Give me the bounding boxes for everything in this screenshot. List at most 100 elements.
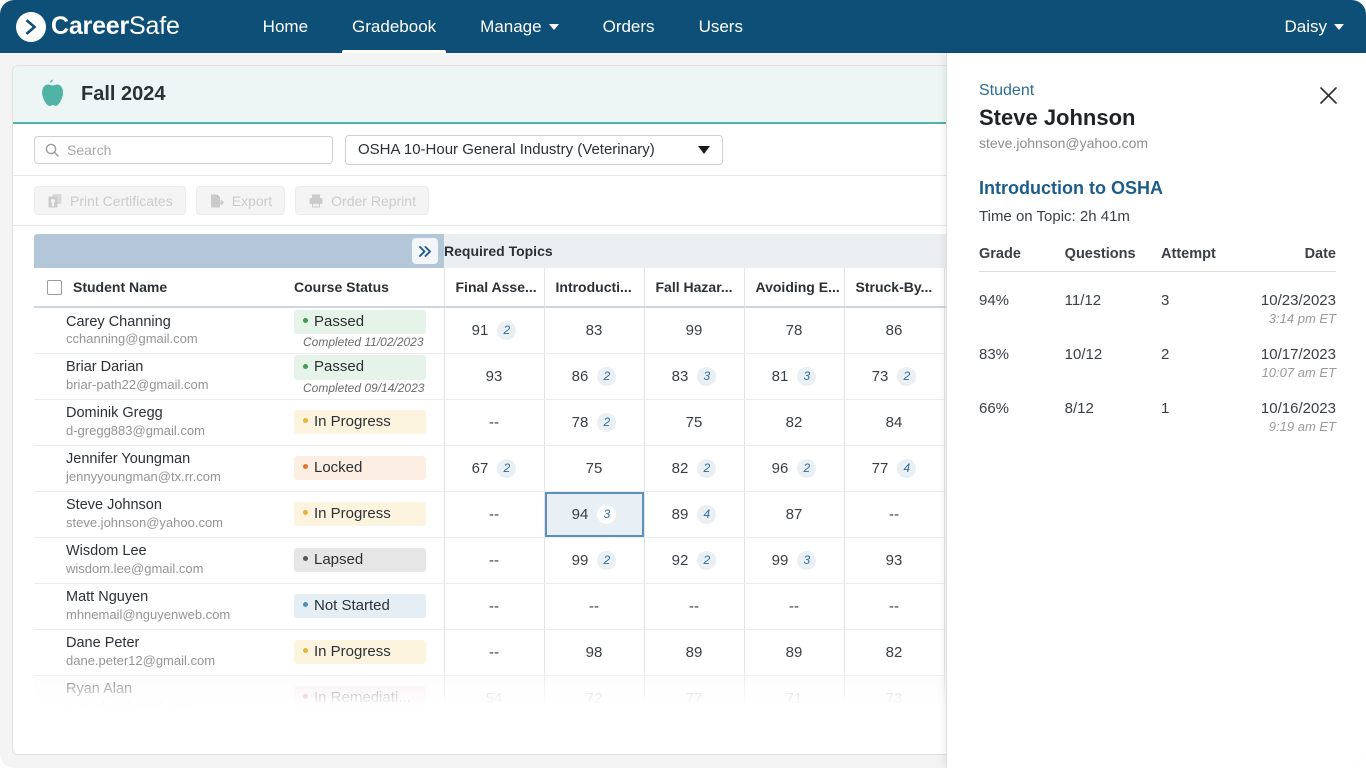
cell-student-name[interactable]: Carey Channingcchanning@gmail.com bbox=[34, 307, 294, 353]
cell-grade[interactable]: -- bbox=[844, 491, 944, 537]
cell-grade[interactable]: 71 bbox=[744, 675, 844, 721]
nav-item-orders[interactable]: Orders bbox=[581, 0, 677, 53]
cell-grade[interactable]: 89 bbox=[644, 629, 744, 675]
course-select[interactable]: OSHA 10-Hour General Industry (Veterinar… bbox=[345, 135, 723, 165]
cell-grade[interactable]: 922 bbox=[644, 537, 744, 583]
cell-grade[interactable]: -- bbox=[444, 583, 544, 629]
table-row[interactable]: Matt Nguyenmhnemail@nguyenweb.comNot Sta… bbox=[34, 583, 1034, 629]
cell-grade[interactable]: 83 bbox=[544, 307, 644, 353]
cell-grade[interactable]: 993 bbox=[744, 537, 844, 583]
column-introduction-to-osha-label: Introducti... bbox=[556, 279, 632, 295]
column-fall-hazards[interactable]: Fall Hazar... bbox=[644, 268, 744, 307]
cell-grade[interactable]: 732 bbox=[844, 353, 944, 399]
cell-grade[interactable]: 774 bbox=[844, 445, 944, 491]
cell-grade[interactable]: 54 bbox=[444, 675, 544, 721]
double-chevron-right-icon bbox=[418, 245, 433, 258]
account-menu[interactable]: Daisy bbox=[1284, 17, 1344, 37]
cell-grade[interactable]: 894 bbox=[644, 491, 744, 537]
cell-student-name[interactable]: Briar Darianbriar-path22@gmail.com bbox=[34, 353, 294, 399]
nav-item-home[interactable]: Home bbox=[241, 0, 330, 53]
order-reprint-button[interactable]: Order Reprint bbox=[295, 186, 429, 215]
cell-grade[interactable]: 78 bbox=[744, 307, 844, 353]
table-row[interactable]: Dane Peterdane.peter12@gmail.comIn Progr… bbox=[34, 629, 1034, 675]
grade-value: 89 bbox=[786, 644, 803, 661]
cell-grade[interactable]: -- bbox=[544, 583, 644, 629]
search-input[interactable] bbox=[67, 142, 322, 158]
nav-item-users[interactable]: Users bbox=[677, 0, 765, 53]
cell-student-name[interactable]: Jennifer Youngmanjennyyoungman@tx.rr.com bbox=[34, 445, 294, 491]
cell-student-name[interactable]: Steve Johnsonsteve.johnson@yahoo.com bbox=[34, 491, 294, 537]
column-final-assessment[interactable]: Final Asse... bbox=[444, 268, 544, 307]
cell-grade[interactable]: 672 bbox=[444, 445, 544, 491]
cell-grade[interactable]: -- bbox=[444, 537, 544, 583]
table-row[interactable]: Ryan Alanryan.alan@gmail.com In Remediati… bbox=[34, 675, 1034, 721]
cell-grade[interactable]: 82 bbox=[844, 629, 944, 675]
cell-grade[interactable]: 99 bbox=[644, 307, 744, 353]
grade-value-group: 672 bbox=[472, 459, 517, 478]
cell-grade[interactable]: 89 bbox=[744, 629, 844, 675]
collapse-columns-button[interactable] bbox=[412, 238, 438, 264]
cell-grade[interactable]: 962 bbox=[744, 445, 844, 491]
cell-grade[interactable]: 82 bbox=[744, 399, 844, 445]
brand-logo[interactable]: CareerSafe bbox=[16, 12, 180, 42]
cell-grade[interactable]: 943 bbox=[544, 491, 644, 537]
cell-grade[interactable]: 75 bbox=[644, 399, 744, 445]
cell-grade[interactable]: 84 bbox=[844, 399, 944, 445]
table-row[interactable]: Briar Darianbriar-path22@gmail.comPassed… bbox=[34, 353, 1034, 399]
cell-grade[interactable]: 75 bbox=[544, 445, 644, 491]
close-panel-button[interactable] bbox=[1316, 83, 1340, 107]
cell-grade[interactable]: 86 bbox=[844, 307, 944, 353]
student-email-text: wisdom.lee@gmail.com bbox=[66, 561, 294, 578]
cell-grade[interactable]: -- bbox=[444, 629, 544, 675]
cell-student-name[interactable]: Wisdom Leewisdom.lee@gmail.com bbox=[34, 537, 294, 583]
cell-grade[interactable]: -- bbox=[844, 583, 944, 629]
nav-item-manage[interactable]: Manage bbox=[458, 0, 580, 53]
cell-grade[interactable]: 912 bbox=[444, 307, 544, 353]
cell-grade[interactable]: 833 bbox=[644, 353, 744, 399]
status-label: Lapsed bbox=[314, 551, 363, 568]
column-struck-by[interactable]: Struck-By... bbox=[844, 268, 944, 307]
grade-value-group: -- bbox=[489, 414, 499, 431]
cell-grade[interactable]: 98 bbox=[544, 629, 644, 675]
column-introduction-to-osha[interactable]: Introducti... bbox=[544, 268, 644, 307]
panel-topic-title[interactable]: Introduction to OSHA bbox=[979, 178, 1336, 199]
cell-grade[interactable]: 73 bbox=[844, 675, 944, 721]
student-email-text: cchanning@gmail.com bbox=[66, 331, 294, 348]
cell-grade[interactable]: 72 bbox=[544, 675, 644, 721]
nav-item-gradebook[interactable]: Gradebook bbox=[330, 0, 458, 53]
cell-grade[interactable]: 93 bbox=[444, 353, 544, 399]
cell-grade[interactable]: -- bbox=[444, 491, 544, 537]
grade-value-group: 71 bbox=[786, 690, 803, 707]
export-button[interactable]: Export bbox=[196, 186, 285, 215]
status-label: In Remediati... bbox=[314, 689, 411, 706]
cell-grade[interactable]: 77 bbox=[644, 675, 744, 721]
cell-grade[interactable]: 87 bbox=[744, 491, 844, 537]
cell-grade[interactable]: -- bbox=[444, 399, 544, 445]
cell-grade[interactable]: 93 bbox=[844, 537, 944, 583]
cell-grade[interactable]: 782 bbox=[544, 399, 644, 445]
grade-value-group: 912 bbox=[472, 321, 517, 340]
column-avoiding-electrocution[interactable]: Avoiding E... bbox=[744, 268, 844, 307]
column-course-status[interactable]: Course Status bbox=[294, 268, 444, 307]
cell-grade[interactable]: 822 bbox=[644, 445, 744, 491]
cell-student-name[interactable]: Matt Nguyenmhnemail@nguyenweb.com bbox=[34, 583, 294, 629]
table-row[interactable]: Wisdom Leewisdom.lee@gmail.comLapsed--99… bbox=[34, 537, 1034, 583]
cell-grade[interactable]: 862 bbox=[544, 353, 644, 399]
grade-value: -- bbox=[589, 598, 599, 615]
column-student-name[interactable]: Student Name bbox=[34, 268, 294, 307]
cell-grade[interactable]: -- bbox=[644, 583, 744, 629]
search-box[interactable] bbox=[34, 136, 333, 164]
table-row[interactable]: Jennifer Youngmanjennyyoungman@tx.rr.com… bbox=[34, 445, 1034, 491]
cell-grade[interactable]: 813 bbox=[744, 353, 844, 399]
select-all-checkbox[interactable] bbox=[47, 280, 62, 295]
cell-grade[interactable]: -- bbox=[744, 583, 844, 629]
cell-student-name[interactable]: Ryan Alanryan.alan@gmail.com bbox=[34, 675, 294, 721]
table-row[interactable]: Dominik Greggd-gregg883@gmail.comIn Prog… bbox=[34, 399, 1034, 445]
table-row[interactable]: Steve Johnsonsteve.johnson@yahoo.comIn P… bbox=[34, 491, 1034, 537]
cell-student-name[interactable]: Dane Peterdane.peter12@gmail.com bbox=[34, 629, 294, 675]
table-row[interactable]: Carey Channingcchanning@gmail.comPassedC… bbox=[34, 307, 1034, 353]
cell-student-name[interactable]: Dominik Greggd-gregg883@gmail.com bbox=[34, 399, 294, 445]
table-body: Carey Channingcchanning@gmail.comPassedC… bbox=[34, 307, 1034, 721]
cell-grade[interactable]: 992 bbox=[544, 537, 644, 583]
print-certificates-button[interactable]: Print Certificates bbox=[34, 186, 186, 215]
